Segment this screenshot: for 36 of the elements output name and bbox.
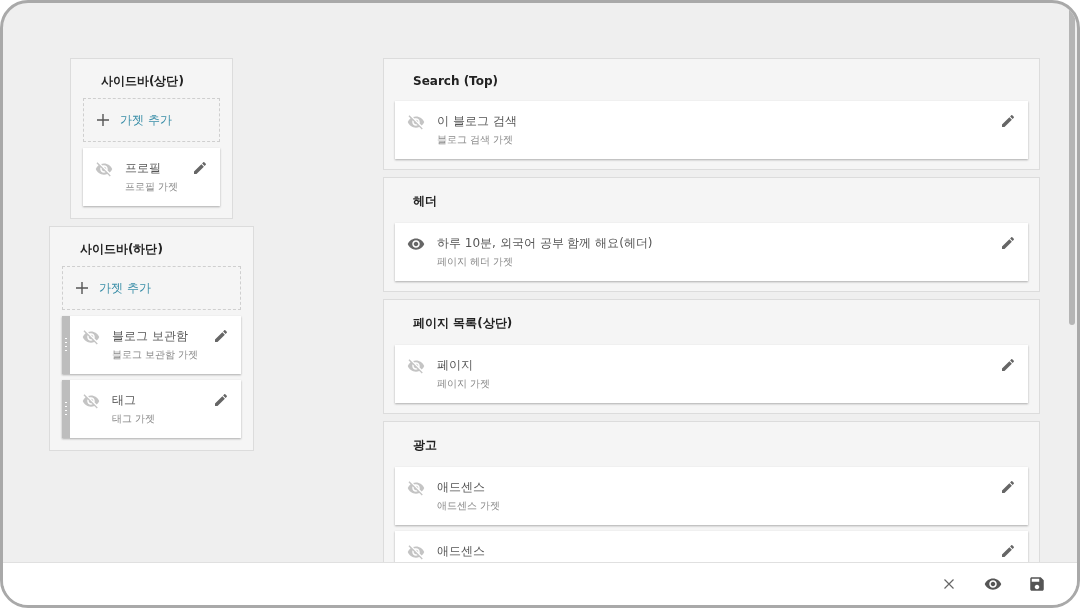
edit-icon[interactable] (1000, 479, 1016, 495)
eye-icon[interactable] (407, 235, 425, 253)
widget-title: 태그 (112, 392, 137, 409)
widget-title: 프로필 (125, 160, 162, 177)
widget-title: 페이지 (437, 357, 474, 374)
widget-title: 블로그 보관함 (112, 328, 189, 345)
section-title: 헤더 (412, 193, 438, 210)
edit-icon[interactable] (1000, 235, 1016, 251)
eye-icon (984, 575, 1002, 593)
section-title: Search (Top) (412, 73, 500, 90)
plus-icon (96, 113, 110, 127)
save-icon (1028, 575, 1046, 593)
edit-icon[interactable] (1000, 113, 1016, 129)
widget-subtitle: 블로그 보관함 가젯 (112, 348, 200, 362)
widget-subtitle: 태그 가젯 (112, 412, 157, 426)
edit-icon[interactable] (192, 160, 208, 176)
widget-subtitle: 페이지 헤더 가젯 (437, 255, 515, 269)
widget-title: 애드센스 (437, 543, 486, 560)
widget-title: 하루 10분, 외국어 공부 함께 해요(헤더) (437, 235, 654, 252)
widget-subtitle: 프로필 가젯 (125, 180, 180, 194)
widget-subtitle: 애드센스 가젯 (437, 499, 502, 513)
edit-icon[interactable] (213, 392, 229, 408)
section-title: 페이지 목록(상단) (412, 315, 514, 332)
add-gadget-button[interactable]: 가젯 추가 (83, 98, 220, 142)
panel-title: 사이드바(상단) (100, 73, 185, 90)
edit-icon[interactable] (1000, 543, 1016, 559)
widget-title: 애드센스 (437, 479, 486, 496)
edit-icon[interactable] (213, 328, 229, 344)
add-gadget-button[interactable]: 가젯 추가 (62, 266, 241, 310)
widget-title: 이 블로그 검색 (437, 113, 518, 130)
widget-subtitle: 블로그 검색 가젯 (437, 133, 515, 147)
panel-title: 사이드바(하단) (79, 241, 164, 258)
edit-icon[interactable] (1000, 357, 1016, 373)
plus-icon (75, 281, 89, 295)
section-title: 광고 (412, 437, 438, 454)
widget-subtitle: 페이지 가젯 (437, 377, 492, 391)
